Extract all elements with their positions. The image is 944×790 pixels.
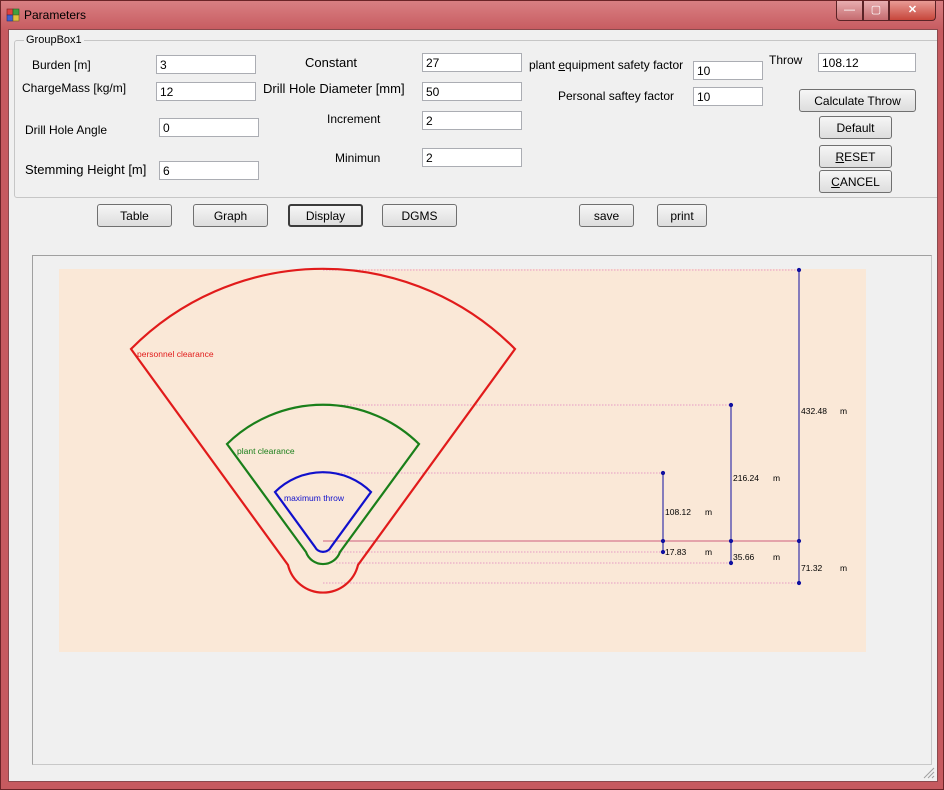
client-area: GroupBox1 Burden [m] ChargeMass [kg/m] D… bbox=[8, 29, 938, 782]
dim-throw-tick-top bbox=[660, 470, 666, 476]
personnel-value-label: 432.48 bbox=[801, 406, 827, 416]
resize-grip-icon[interactable] bbox=[921, 765, 935, 779]
plant-value-unit: m bbox=[773, 473, 780, 483]
throw-value-label: 108.12 bbox=[665, 507, 691, 517]
plant-base-label: 35.66 bbox=[733, 552, 755, 562]
plant-base-unit: m bbox=[773, 552, 780, 562]
maximize-button[interactable]: ▢ bbox=[863, 1, 889, 21]
throw-base-unit: m bbox=[705, 547, 712, 557]
parameters-window: Parameters — ▢ ✕ GroupBox1 Burden [m] Ch… bbox=[0, 0, 944, 790]
close-button[interactable]: ✕ bbox=[889, 1, 936, 21]
minimize-button[interactable]: — bbox=[836, 1, 863, 21]
maximum-throw-label: maximum throw bbox=[284, 493, 345, 503]
personnel-base-unit: m bbox=[840, 563, 847, 573]
vertical-scrollbar[interactable] bbox=[937, 220, 938, 780]
window-title: Parameters bbox=[24, 8, 87, 22]
personnel-value-unit: m bbox=[840, 406, 847, 416]
dim-personnel-tick-mid bbox=[796, 538, 802, 544]
close-icon: ✕ bbox=[907, 4, 918, 16]
diagram-background bbox=[59, 269, 866, 652]
dim-personnel-tick-top bbox=[796, 267, 802, 273]
plant-clearance-label: plant clearance bbox=[237, 446, 295, 456]
dim-plant-tick-top bbox=[728, 402, 734, 408]
throw-base-label: 17.83 bbox=[665, 547, 687, 557]
personnel-clearance-label: personnel clearance bbox=[137, 349, 214, 359]
plant-value-label: 216.24 bbox=[733, 473, 759, 483]
throw-value-unit: m bbox=[705, 507, 712, 517]
personnel-base-label: 71.32 bbox=[801, 563, 823, 573]
app-icon bbox=[6, 8, 20, 22]
dim-plant-tick-mid bbox=[728, 538, 734, 544]
dim-throw-tick-mid bbox=[660, 538, 666, 544]
dim-personnel-tick-base bbox=[796, 580, 802, 586]
title-bar[interactable]: Parameters — ▢ ✕ bbox=[1, 1, 943, 29]
clearance-diagram: personnel clearance plant clearance maxi… bbox=[59, 267, 866, 652]
minimize-icon: — bbox=[844, 4, 855, 16]
maximize-icon: ▢ bbox=[870, 4, 882, 16]
